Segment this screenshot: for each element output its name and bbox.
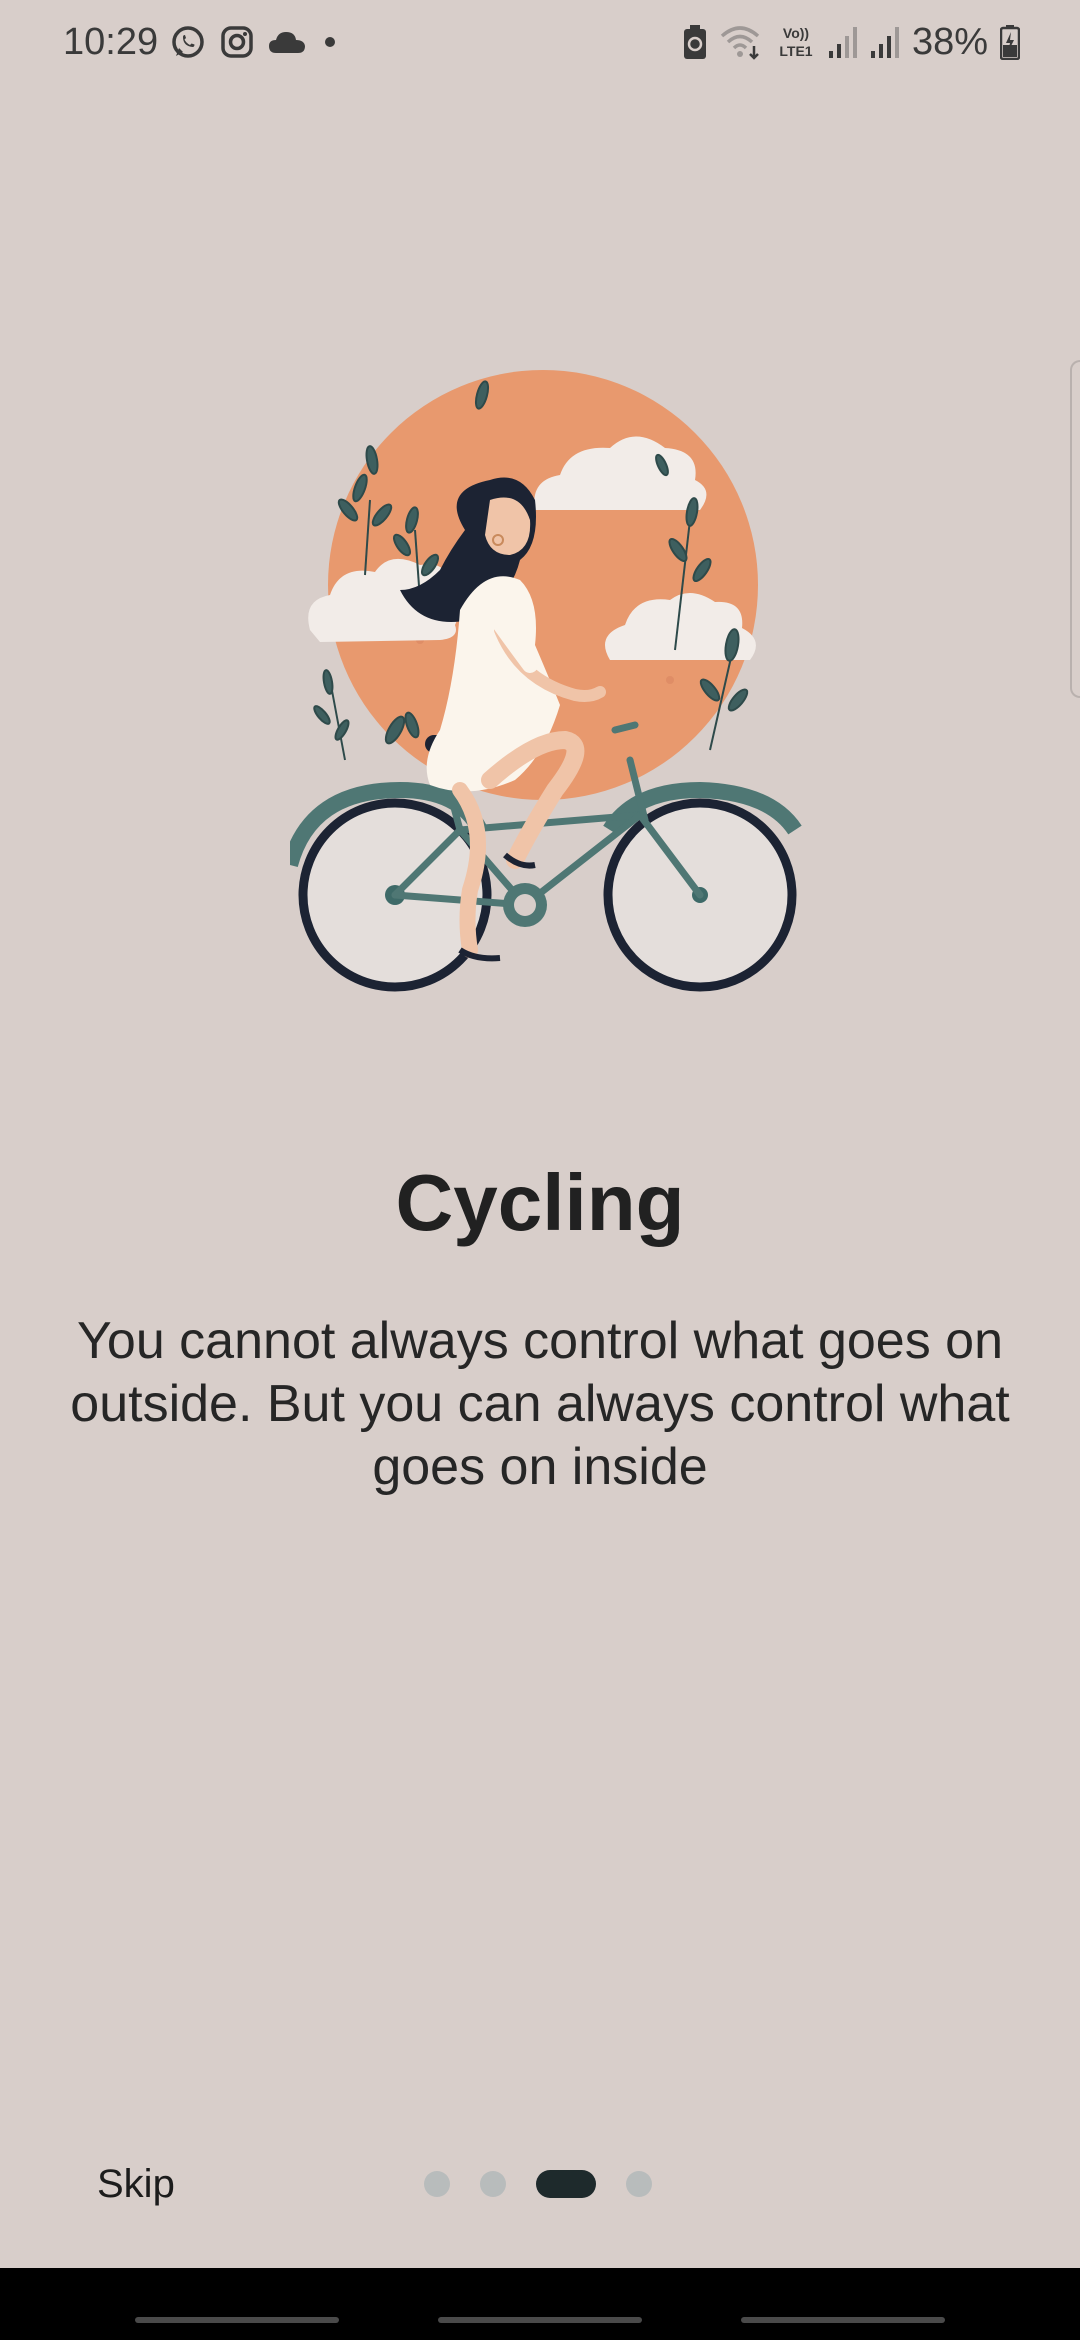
page-dot-2[interactable] bbox=[480, 2171, 506, 2197]
page-dot-4[interactable] bbox=[626, 2171, 652, 2197]
dot-icon bbox=[320, 32, 340, 52]
instagram-icon bbox=[220, 25, 254, 59]
page-indicator bbox=[424, 2170, 652, 2198]
scroll-indicator bbox=[1070, 360, 1080, 698]
page-dot-3-active[interactable] bbox=[536, 2170, 596, 2198]
page-title: Cycling bbox=[395, 1158, 685, 1247]
nav-home-handle[interactable] bbox=[438, 2317, 642, 2323]
svg-text:Vo)): Vo)) bbox=[783, 25, 809, 41]
whatsapp-icon bbox=[170, 24, 206, 60]
battery-percentage: 38% bbox=[911, 21, 988, 63]
battery-saver-icon bbox=[682, 24, 708, 60]
signal-icon bbox=[870, 25, 900, 59]
svg-text:LTE1: LTE1 bbox=[779, 43, 812, 59]
system-status-icons: Vo)) LTE1 38% bbox=[682, 18, 1020, 66]
status-time: 10:29 bbox=[63, 21, 159, 63]
page-description: You cannot always control what goes on o… bbox=[70, 1312, 1010, 1496]
notification-icons bbox=[170, 22, 340, 62]
skip-button[interactable]: Skip bbox=[97, 2158, 175, 2210]
status-bar: 10:29 Vo)) LTE1 38% bbox=[0, 0, 1080, 84]
nav-recent-apps-handle[interactable] bbox=[135, 2317, 339, 2323]
navigation-bar bbox=[0, 2268, 1080, 2340]
volte-icon: Vo)) LTE1 bbox=[776, 23, 816, 61]
woman-cycling-illustration bbox=[282, 360, 810, 1000]
wifi-icon bbox=[720, 24, 764, 60]
signal-icon bbox=[828, 25, 858, 59]
nav-back-handle[interactable] bbox=[741, 2317, 945, 2323]
page-dot-1[interactable] bbox=[424, 2171, 450, 2197]
cloud-icon bbox=[268, 29, 306, 55]
battery-icon bbox=[1000, 24, 1020, 60]
